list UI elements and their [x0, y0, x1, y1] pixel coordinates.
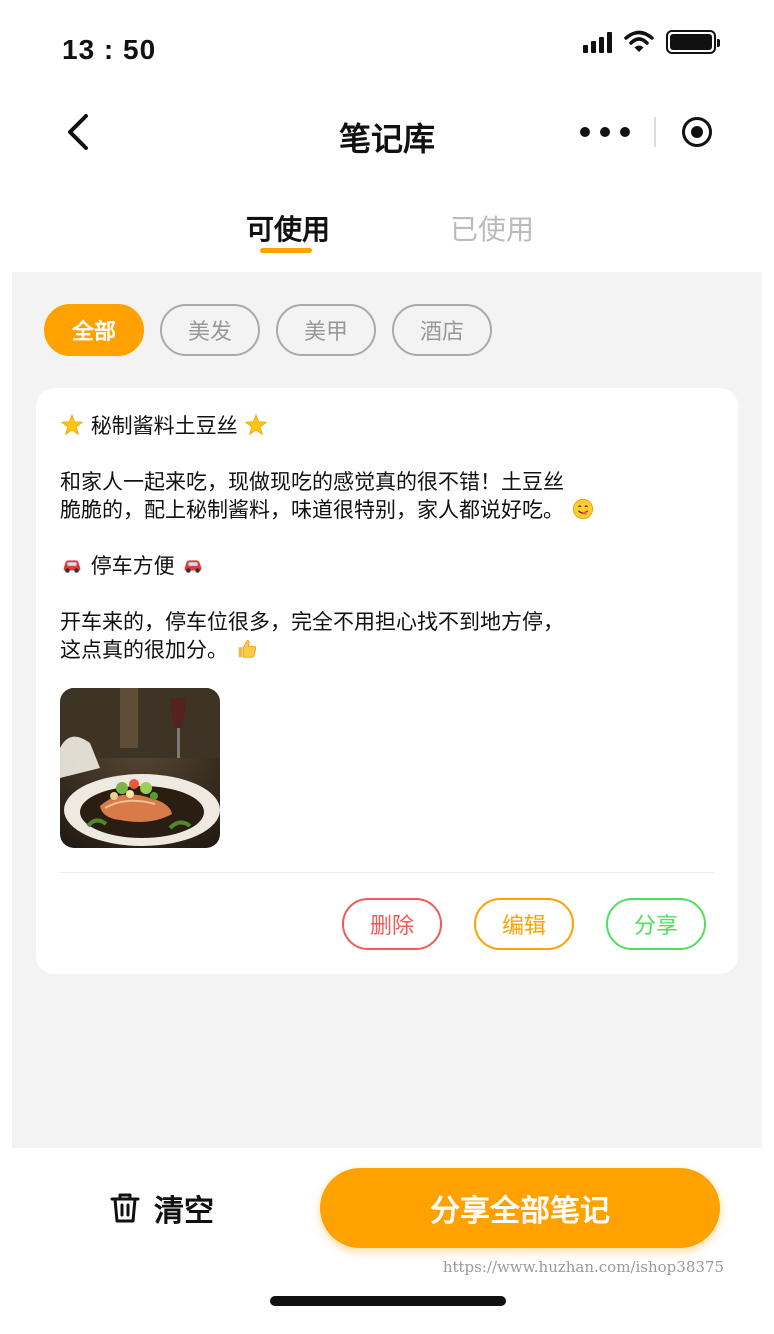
card-actions: 删除 编辑 分享 [342, 898, 706, 950]
filter-hair[interactable]: 美发 [160, 304, 260, 356]
clear-label: 清空 [154, 1194, 214, 1229]
wifi-icon [624, 30, 654, 52]
note-subtitle: 停车方便 [90, 554, 175, 578]
card-divider [60, 872, 714, 873]
nav-bar: 笔记库 [0, 96, 774, 170]
dish-photo-image [60, 688, 220, 848]
status-icons [583, 30, 720, 54]
note-photo-thumbnail[interactable] [60, 688, 220, 848]
note-body: 秘制酱料土豆丝 和家人一起来吃，现做现吃的感觉真的很不错！土豆丝 脆脆的，配上秘… [60, 412, 720, 664]
trash-icon [110, 1193, 140, 1223]
yum-face-icon [572, 498, 593, 520]
capsule-divider [654, 117, 656, 147]
home-indicator[interactable] [270, 1296, 506, 1306]
thumbs-up-icon [238, 640, 256, 658]
share-button[interactable]: 分享 [606, 898, 706, 950]
note-paragraph2-line1: 开车来的，停车位很多，完全不用担心找不到地方停， [60, 610, 564, 634]
car-icon [63, 560, 81, 573]
status-bar: 13 : 50 [0, 0, 774, 96]
status-time: 13 : 50 [62, 34, 157, 65]
filter-hotel[interactable]: 酒店 [392, 304, 492, 356]
battery-icon [666, 30, 720, 54]
more-icon[interactable] [580, 112, 630, 152]
note-paragraph2-line2: 这点真的很加分。 [60, 638, 228, 662]
glowing-star-icon [60, 414, 84, 436]
share-all-notes-button[interactable]: 分享全部笔记 [320, 1168, 720, 1248]
content-area: 全部 美发 美甲 酒店 秘制酱料土豆丝 和家人一起来吃，现做现吃的感觉真的很不错… [12, 272, 762, 1148]
tab-available[interactable]: 可使用 [246, 208, 330, 248]
filter-nails[interactable]: 美甲 [276, 304, 376, 356]
tab-used[interactable]: 已使用 [450, 208, 534, 248]
watermark-text: https://www.huzhan.com/ishop38375 [442, 1258, 724, 1276]
tab-bar: 可使用 已使用 [0, 196, 774, 272]
car-icon [185, 560, 202, 573]
note-title: 秘制酱料土豆丝 [90, 414, 238, 438]
bottom-action-bar: 清空 分享全部笔记 [12, 1148, 762, 1266]
delete-button[interactable]: 删除 [342, 898, 442, 950]
clear-button[interactable]: 清空 [108, 1186, 214, 1230]
signal-icon [583, 31, 612, 53]
category-filters: 全部 美发 美甲 酒店 [44, 304, 492, 356]
filter-all[interactable]: 全部 [44, 304, 144, 356]
tab-active-indicator [260, 248, 312, 253]
note-paragraph1-line2: 脆脆的，配上秘制酱料，味道很特别，家人都说好吃。 [60, 498, 564, 522]
glowing-star-icon [245, 414, 268, 436]
close-target-icon[interactable] [682, 117, 712, 147]
note-paragraph1-line1: 和家人一起来吃，现做现吃的感觉真的很不错！土豆丝 [60, 470, 564, 494]
mini-program-capsule [580, 112, 712, 152]
note-card: 秘制酱料土豆丝 和家人一起来吃，现做现吃的感觉真的很不错！土豆丝 脆脆的，配上秘… [36, 388, 738, 974]
edit-button[interactable]: 编辑 [474, 898, 574, 950]
